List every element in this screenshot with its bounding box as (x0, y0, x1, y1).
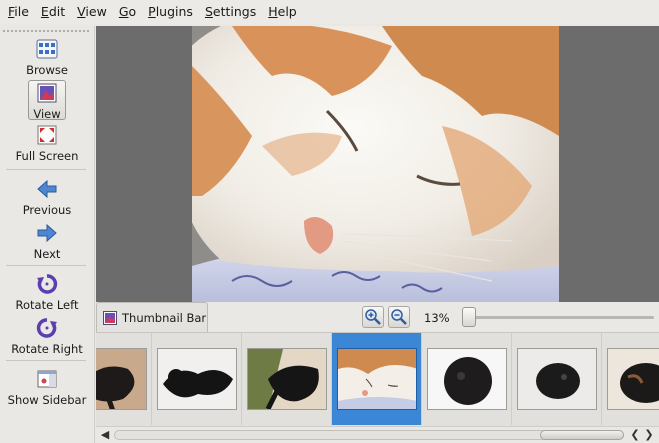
menu-settings[interactable]: Settings (199, 0, 262, 24)
thumbnail-image (96, 348, 147, 410)
scroll-left-arrow-icon[interactable]: ◀ (98, 428, 112, 442)
thumbnail-scrollbar[interactable]: ◀ ❮ ❯ (96, 426, 659, 443)
zoom-level-label: 13% (424, 311, 450, 325)
show-sidebar-label: Show Sidebar (7, 393, 87, 407)
menu-help[interactable]: Help (262, 0, 303, 24)
view-button[interactable]: View (2, 80, 92, 121)
zoom-out-button[interactable] (388, 306, 410, 328)
zoom-in-button[interactable] (362, 306, 384, 328)
view-label: View (33, 107, 61, 121)
fullscreen-icon (37, 125, 57, 145)
scroll-left-arrow-icon-secondary[interactable]: ❮ (628, 428, 642, 442)
previous-button[interactable]: Previous (2, 178, 92, 217)
browse-button[interactable]: Browse (2, 38, 92, 77)
menu-help-label: Help (268, 4, 297, 19)
left-toolbar: Browse View Full Screen Previous Next Ro… (0, 26, 95, 443)
next-label: Next (33, 247, 61, 261)
main-photo (192, 26, 559, 302)
arrow-left-icon (37, 179, 57, 199)
cat-photo-image (192, 26, 559, 302)
menu-file-label: File (8, 4, 29, 19)
menu-view-label: View (77, 4, 107, 19)
image-viewer[interactable] (96, 26, 659, 302)
show-sidebar-button[interactable]: Show Sidebar (2, 368, 92, 407)
rotate-left-button[interactable]: Rotate Left (2, 273, 92, 312)
next-button[interactable]: Next (2, 222, 92, 261)
thumbnail-item-selected[interactable] (332, 333, 422, 425)
menu-file[interactable]: File (2, 0, 35, 24)
thumbnail-bar-tab[interactable]: Thumbnail Bar (96, 302, 208, 332)
thumbnail-item[interactable] (512, 333, 602, 425)
view-image-icon (37, 83, 57, 103)
arrow-right-icon (37, 223, 57, 243)
rotate-left-icon (37, 274, 58, 294)
rotate-right-label: Rotate Right (11, 342, 83, 356)
menu-go[interactable]: Go (113, 0, 142, 24)
browse-label: Browse (26, 63, 68, 77)
sidebar-panel-icon (37, 370, 57, 388)
menu-go-label: Go (118, 4, 137, 19)
zoom-in-icon (365, 309, 381, 325)
thumbnail-strip (96, 332, 659, 426)
thumbnail-item[interactable] (422, 333, 512, 425)
full-screen-label: Full Screen (15, 149, 79, 163)
thumbnail-item[interactable] (96, 333, 152, 425)
scrollbar-thumb[interactable] (540, 430, 624, 440)
toolbar-separator (6, 265, 86, 266)
rotate-right-icon (36, 318, 57, 338)
toolbar-separator (6, 360, 86, 361)
menu-plugins-label: Plugins (148, 4, 193, 19)
zoom-slider-handle[interactable] (462, 307, 476, 327)
menu-plugins[interactable]: Plugins (142, 0, 199, 24)
previous-label: Previous (22, 203, 72, 217)
toolbar-grip-handle[interactable] (2, 29, 90, 33)
menu-view[interactable]: View (71, 0, 113, 24)
menu-settings-label: Settings (204, 4, 257, 19)
rotate-right-button[interactable]: Rotate Right (2, 317, 92, 356)
menu-edit[interactable]: Edit (35, 0, 71, 24)
thumbnail-item[interactable] (152, 333, 242, 425)
thumbnail-bar-label: Thumbnail Bar (122, 310, 207, 325)
rotate-left-label: Rotate Left (15, 298, 79, 312)
thumbnail-image (247, 348, 327, 410)
thumbnail-image (337, 348, 417, 410)
toolbar-separator (6, 169, 86, 170)
thumbnail-image (427, 348, 507, 410)
full-screen-button[interactable]: Full Screen (2, 124, 92, 163)
thumbnail-image-icon (103, 310, 117, 325)
thumbnail-image (517, 348, 597, 410)
scroll-right-arrow-icon[interactable]: ❯ (642, 428, 656, 442)
thumbnail-item[interactable] (602, 333, 659, 425)
menu-bar: File Edit View Go Plugins Settings Help (0, 0, 659, 24)
thumbnail-image (157, 348, 237, 410)
browse-grid-icon (36, 39, 58, 59)
zoom-out-icon (391, 309, 407, 325)
zoom-slider-track[interactable] (468, 316, 654, 319)
menu-edit-label: Edit (40, 4, 66, 19)
thumbnail-item[interactable] (242, 333, 332, 425)
thumbnail-image (607, 348, 659, 410)
thumbnail-bar-header: Thumbnail Bar 13% (96, 302, 659, 332)
